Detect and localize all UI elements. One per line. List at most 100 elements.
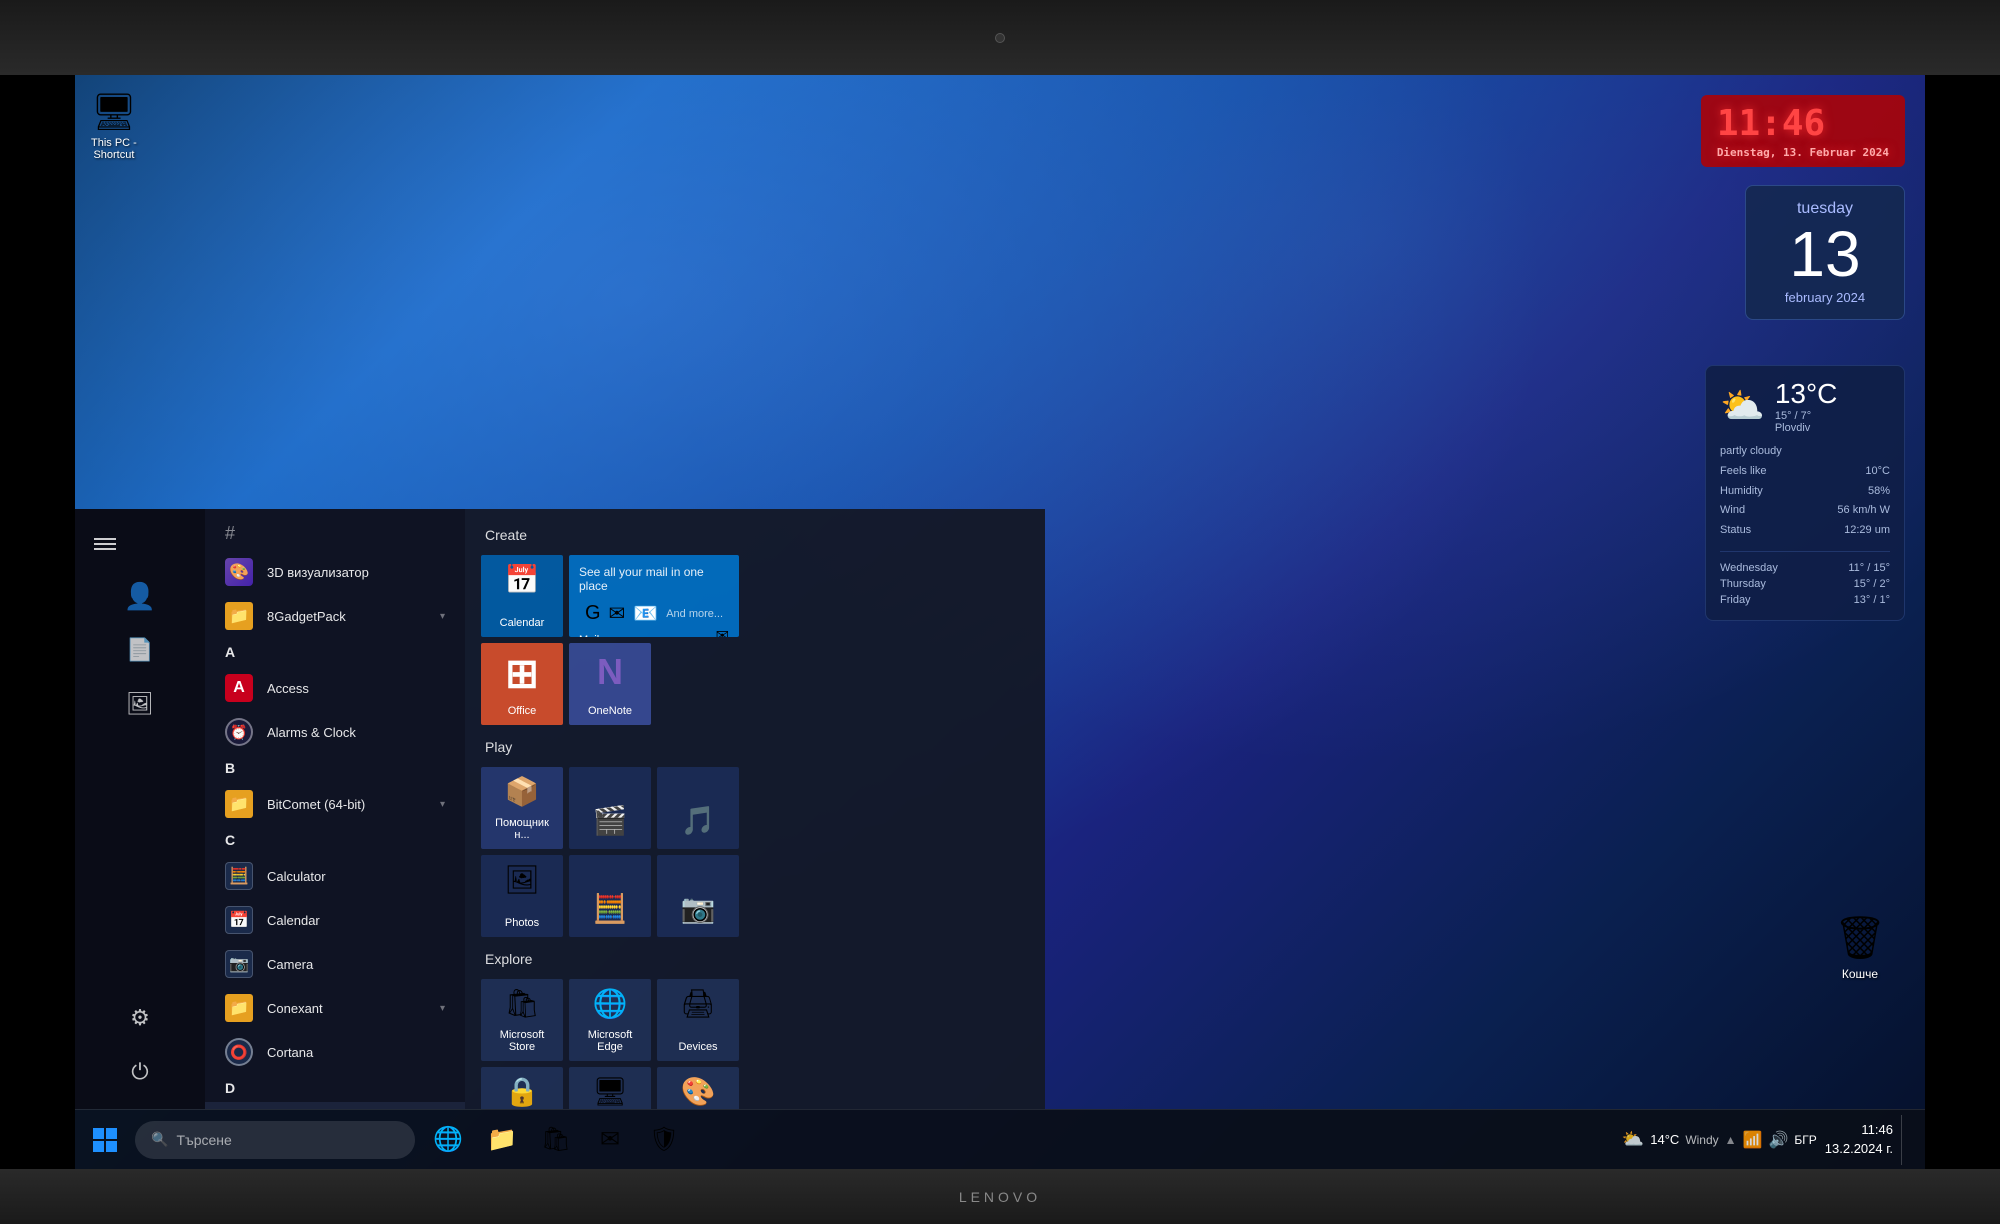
taskbar-defender-button[interactable]: 🛡 bbox=[639, 1115, 689, 1165]
taskbar-mail-button[interactable]: ✉ bbox=[585, 1115, 635, 1165]
tile-devices-icon: 🖨 bbox=[680, 987, 716, 1020]
applist-item-alarms[interactable]: ⏰ Alarms & Clock bbox=[205, 710, 465, 754]
tile-colors[interactable]: 🎨 Colors bbox=[657, 1067, 739, 1109]
this-pc-label: This PC -Shortcut bbox=[91, 137, 137, 161]
search-placeholder: Търсене bbox=[176, 1132, 231, 1148]
mail-tile-footer: Mail ✉ bbox=[579, 626, 729, 637]
folder-icon-conexant: 📁 bbox=[225, 994, 253, 1022]
tile-calc2[interactable]: 🧮 bbox=[569, 855, 651, 937]
tile-camera2[interactable]: 📷 bbox=[657, 855, 739, 937]
tile-devices-label: Devices bbox=[678, 1041, 717, 1053]
applist-section-hash: # bbox=[205, 517, 465, 550]
sidebar-photos-button[interactable]: 🖼 bbox=[75, 677, 205, 731]
weather-wind-row: Wind 56 km/h W bbox=[1720, 501, 1890, 521]
applist-item-3d[interactable]: 🎨 3D визуализатор bbox=[205, 550, 465, 594]
tile-music[interactable]: 🎵 bbox=[657, 767, 739, 849]
recycle-bin-icon-img: 🗑 bbox=[1833, 914, 1886, 963]
tile-lockscreen-icon: 🔒 bbox=[505, 1075, 540, 1108]
applist-item-8gadget[interactable]: 📁 8GadgetPack ▾ bbox=[205, 594, 465, 638]
sidebar-power-button[interactable]: ⏻ bbox=[75, 1045, 205, 1099]
app-name-camera: Camera bbox=[267, 957, 445, 972]
outlook-icon: ✉ bbox=[609, 601, 626, 626]
tile-devices[interactable]: 🖨 Devices bbox=[657, 979, 739, 1061]
taskbar-explorer-button[interactable]: 📁 bbox=[477, 1115, 527, 1165]
tile-pomoshnik[interactable]: 📦 Помощник н... bbox=[481, 767, 563, 849]
tile-office[interactable]: ⊞ Office bbox=[481, 643, 563, 725]
search-icon: 🔍 bbox=[151, 1131, 168, 1148]
app-name-conexant: Conexant bbox=[267, 1001, 426, 1016]
tiles-section-explore: Explore bbox=[481, 943, 1029, 979]
laptop-frame-top bbox=[0, 0, 2000, 75]
sidebar-documents-button[interactable]: 📄 bbox=[75, 623, 205, 677]
applist-item-conexant[interactable]: 📁 Conexant ▾ bbox=[205, 986, 465, 1030]
systray-icons: ⛅ 14°C Windy ▲ 📶 🔊 БГР bbox=[1622, 1129, 1817, 1150]
windows-logo-icon bbox=[93, 1128, 117, 1152]
weather-description-label: partly cloudy bbox=[1720, 442, 1782, 462]
tile-onenote[interactable]: N OneNote bbox=[569, 643, 651, 725]
mail-envelope-icon: ✉ bbox=[716, 626, 729, 637]
tile-photos[interactable]: 🖼 Photos bbox=[481, 855, 563, 937]
expand-arrow-8gadget: ▾ bbox=[440, 611, 445, 622]
sidebar-hamburger-button[interactable] bbox=[75, 519, 135, 569]
tile-store[interactable]: 🛍 Microsoft Store bbox=[481, 979, 563, 1061]
applist-item-calculator[interactable]: 🧮 Calculator bbox=[205, 854, 465, 898]
weather-status-row: Status 12:29 um bbox=[1720, 521, 1890, 541]
desktop-icon-this-pc[interactable]: 🖥 This PC -Shortcut bbox=[85, 85, 143, 167]
applist-item-calendar[interactable]: 📅 Calendar bbox=[205, 898, 465, 942]
explore-tiles-row1: 🛍 Microsoft Store 🌐 Microsoft Edge 🖨 Dev… bbox=[481, 979, 1029, 1061]
weather-wind-val: 56 km/h W bbox=[1837, 501, 1890, 521]
show-desktop-button[interactable] bbox=[1901, 1115, 1909, 1165]
expand-arrow-bitcomet: ▾ bbox=[440, 799, 445, 810]
app-name-8gadget: 8GadgetPack bbox=[267, 609, 426, 624]
applist-item-cortana[interactable]: ⭕ Cortana bbox=[205, 1030, 465, 1074]
start-menu: 👤 📄 🖼 ⚙ ⏻ # 🎨 3 bbox=[75, 509, 1045, 1109]
tile-lockscreen[interactable]: 🔒 Lock screen bbox=[481, 1067, 563, 1109]
tile-edge[interactable]: 🌐 Microsoft Edge bbox=[569, 979, 651, 1061]
applist-item-dolby[interactable]: 📁 Dolby ▾ bbox=[205, 1102, 465, 1109]
tile-video[interactable]: 🎬 bbox=[569, 767, 651, 849]
tile-camera-icon: 📷 bbox=[681, 892, 716, 925]
hamburger-line-1 bbox=[94, 538, 116, 540]
play-tiles-row2: 🖼 Photos 🧮 📷 bbox=[481, 855, 1029, 937]
weather-temp: 13°C bbox=[1775, 378, 1838, 410]
expand-arrow-conexant: ▾ bbox=[440, 1003, 445, 1014]
weather-feels-label: Feels like bbox=[1720, 462, 1766, 482]
weather-main: ⛅ 13°C 15° / 7° Plovdiv bbox=[1720, 378, 1890, 434]
tile-calendar[interactable]: 📅 Calendar bbox=[481, 555, 563, 637]
start-menu-tiles: Create 📅 Calendar See all your mail in o… bbox=[465, 509, 1045, 1109]
tile-pomoshnik-icon: 📦 bbox=[505, 775, 540, 808]
tile-video-icon: 🎬 bbox=[593, 804, 628, 837]
forecast-day-0: Wednesday bbox=[1720, 562, 1778, 574]
tile-background[interactable]: 🖥 Background bbox=[569, 1067, 651, 1109]
app-icon-access: A bbox=[225, 674, 253, 702]
keyboard-lang: БГР bbox=[1794, 1133, 1816, 1147]
tile-calc-icon: 🧮 bbox=[593, 892, 628, 925]
folder-icon-bitcomet: 📁 bbox=[225, 790, 253, 818]
create-tiles-row: 📅 Calendar See all your mail in one plac… bbox=[481, 555, 1029, 637]
sidebar-settings-button[interactable]: ⚙ bbox=[75, 991, 205, 1045]
sidebar-user-button[interactable]: 👤 bbox=[75, 569, 205, 623]
taskbar-search-box[interactable]: 🔍 Търсене bbox=[135, 1121, 415, 1159]
cal-day-name: tuesday bbox=[1766, 200, 1884, 218]
start-menu-sidebar: 👤 📄 🖼 ⚙ ⏻ bbox=[75, 509, 205, 1109]
applist-item-camera[interactable]: 📷 Camera bbox=[205, 942, 465, 986]
taskbar-apps: 🌐 📁 🛍 ✉ 🛡 bbox=[423, 1115, 689, 1165]
volume-icon: 🔊 bbox=[1768, 1130, 1788, 1150]
taskbar-clock[interactable]: 11:46 13.2.2024 г. bbox=[1825, 1121, 1893, 1157]
taskbar-store-button[interactable]: 🛍 bbox=[531, 1115, 581, 1165]
start-button[interactable] bbox=[75, 1110, 135, 1170]
forecast-temps-1: 15° / 2° bbox=[1854, 578, 1890, 590]
weather-description-row: partly cloudy bbox=[1720, 442, 1890, 462]
tile-mail[interactable]: See all your mail in one place G ✉ 📧 And… bbox=[569, 555, 739, 637]
laptop-camera bbox=[995, 33, 1005, 43]
taskbar-systray: ⛅ 14°C Windy ▲ 📶 🔊 БГР 11:46 13.2.2024 г… bbox=[1622, 1115, 1925, 1165]
recycle-bin-icon[interactable]: 🗑 Кошче bbox=[1815, 906, 1905, 989]
expand-systray-button[interactable]: ▲ bbox=[1725, 1133, 1737, 1147]
applist-item-access[interactable]: A Access bbox=[205, 666, 465, 710]
app-icon-calculator: 🧮 bbox=[225, 862, 253, 890]
app-icon-camera: 📷 bbox=[225, 950, 253, 978]
applist-item-bitcomet[interactable]: 📁 BitComet (64-bit) ▾ bbox=[205, 782, 465, 826]
taskbar-edge-button[interactable]: 🌐 bbox=[423, 1115, 473, 1165]
and-more-text: And more... bbox=[666, 608, 723, 620]
tile-office-label: Office bbox=[508, 705, 537, 717]
